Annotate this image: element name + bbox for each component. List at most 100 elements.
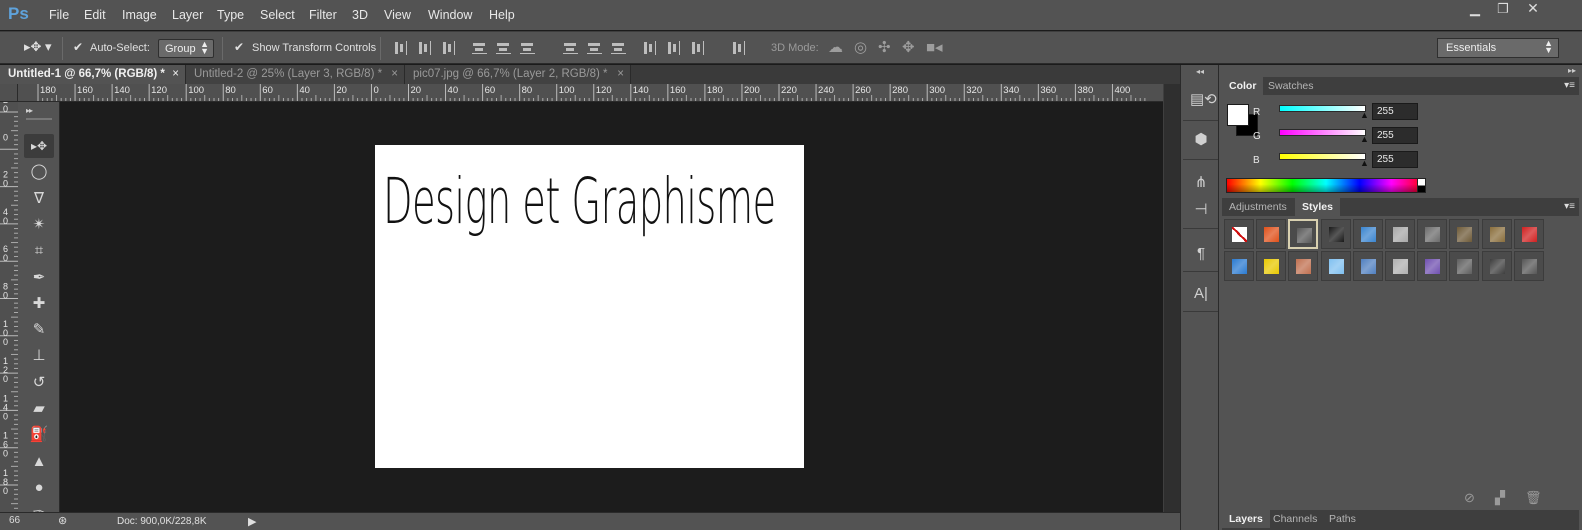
sunset-style[interactable] (1352, 251, 1383, 281)
close-tab-icon[interactable]: × (617, 68, 624, 80)
menu-filter[interactable]: Filter (309, 8, 337, 22)
eyedropper-tool-icon[interactable]: ✒ (24, 266, 54, 290)
move-tool-icon[interactable]: ▸✥ (24, 134, 54, 158)
show-transform-checkbox[interactable]: ✔ (234, 41, 247, 54)
character-icon[interactable]: A| (1190, 283, 1212, 305)
align-right-edges-icon[interactable] (520, 41, 535, 55)
document-canvas[interactable]: Design et Graphisme (375, 145, 804, 468)
menu-help[interactable]: Help (489, 8, 515, 22)
clone-stamp-tool-icon[interactable]: ⊥ (24, 344, 54, 368)
tab-color[interactable]: Color (1222, 77, 1264, 95)
gold-metal-style[interactable] (1481, 219, 1512, 249)
tab-swatches[interactable]: Swatches (1261, 77, 1321, 95)
tab-untitled-1[interactable]: Untitled-1 @ 66,7% (RGB/8) * × (0, 65, 186, 84)
marquee-tool-icon[interactable]: ◯ (24, 160, 54, 184)
silver-style[interactable] (1385, 219, 1415, 249)
crop-tool-icon[interactable]: ⌗ (24, 239, 54, 263)
red-glow-style[interactable] (1256, 219, 1287, 249)
eraser-tool-icon[interactable]: ▰ (24, 397, 54, 421)
zoom-level[interactable]: 66 (9, 515, 20, 526)
sky-blue-style[interactable] (1320, 251, 1351, 281)
distribute-bottom-edges-icon[interactable] (611, 41, 626, 55)
color-spectrum-ramp[interactable] (1226, 178, 1426, 193)
dark-gray-style[interactable] (1481, 251, 1512, 281)
minimize-icon[interactable]: ▁ (1462, 2, 1488, 17)
bronze-style[interactable] (1449, 219, 1480, 249)
green-slider-thumb[interactable]: ▲ (1360, 134, 1369, 144)
auto-align-layers-icon[interactable] (731, 41, 746, 55)
yellow-style[interactable] (1256, 251, 1287, 281)
distribute-horizontal-centers-icon[interactable] (666, 41, 681, 55)
align-left-edges-icon[interactable] (472, 41, 487, 55)
menu-file[interactable]: File (49, 8, 69, 22)
collapse-toolbox-icon[interactable]: ▸▸ (26, 106, 33, 115)
share-icon[interactable]: ⊛ (58, 514, 67, 527)
close-tab-icon[interactable]: × (172, 68, 179, 80)
scale-3d-icon[interactable]: ■◂ (926, 40, 943, 55)
align-bottom-edges-icon[interactable] (441, 41, 456, 55)
align-vertical-centers-icon[interactable] (417, 41, 432, 55)
purple-style[interactable] (1417, 251, 1448, 281)
red-slider[interactable] (1279, 105, 1366, 112)
tab-adjustments[interactable]: Adjustments (1222, 198, 1294, 216)
blue-glass-style[interactable] (1352, 219, 1383, 249)
vertical-ruler[interactable]: 20 0 20 40 60 80 100 120 140 160 180 (0, 102, 18, 512)
blue-slider[interactable] (1279, 153, 1366, 160)
workspace-dropdown[interactable]: Essentials ▲ ▼ (1437, 38, 1559, 58)
distribute-left-edges-icon[interactable] (642, 41, 657, 55)
distribute-right-edges-icon[interactable] (690, 41, 705, 55)
rotate-3d-icon[interactable]: ☁ (828, 40, 843, 55)
paragraph-icon[interactable]: ¶ (1190, 243, 1212, 265)
align-horizontal-centers-icon[interactable] (496, 41, 511, 55)
beveled-frame-style[interactable] (1288, 219, 1319, 249)
menu-image[interactable]: Image (122, 8, 157, 22)
red-value-field[interactable]: 255 (1372, 103, 1418, 120)
slide-3d-icon[interactable]: ✥ (902, 40, 915, 55)
restore-icon[interactable]: ❐ (1490, 2, 1516, 17)
blue-value-field[interactable]: 255 (1372, 151, 1418, 168)
panel-menu-icon[interactable]: ▾≡ (1564, 80, 1575, 91)
blur-tool-icon[interactable]: ▲ (24, 450, 54, 474)
tab-untitled-2[interactable]: Untitled-2 @ 25% (Layer 3, RGB/8) * × (186, 65, 405, 84)
collapse-panels-icon[interactable]: ▸▸ (1568, 66, 1576, 75)
close-tab-icon[interactable]: × (391, 68, 398, 80)
document-text-layer[interactable]: Design et Graphisme (383, 165, 776, 238)
history-icon[interactable]: ▤⟲ (1190, 89, 1217, 111)
new-style-icon[interactable]: ▞ (1495, 490, 1505, 506)
distribute-top-edges-icon[interactable] (563, 41, 578, 55)
dodge-tool-icon[interactable]: ● (24, 476, 54, 500)
magic-wand-tool-icon[interactable]: ✴ (24, 213, 54, 237)
vertical-scrollbar[interactable] (1163, 84, 1180, 512)
history-brush-tool-icon[interactable]: ↺ (24, 371, 54, 395)
menu-view[interactable]: View (384, 8, 411, 22)
toolbox-grip[interactable] (26, 118, 52, 120)
black-white-ramp[interactable] (1417, 178, 1426, 193)
paint-bucket-tool-icon[interactable]: ⛽ (24, 423, 54, 447)
dark-button-style[interactable] (1320, 219, 1351, 249)
delete-style-icon[interactable]: 🗑 (1525, 490, 1542, 506)
menu-layer[interactable]: Layer (172, 8, 203, 22)
menu-type[interactable]: Type (217, 8, 244, 22)
tab-paths[interactable]: Paths (1322, 510, 1363, 528)
red-slider-thumb[interactable]: ▲ (1360, 110, 1369, 120)
menu-window[interactable]: Window (428, 8, 472, 22)
auto-select-dropdown[interactable]: Group ▲ ▼ (158, 39, 214, 58)
blue-slider-thumb[interactable]: ▲ (1360, 158, 1369, 168)
copper-style[interactable] (1288, 251, 1319, 281)
horizontal-ruler[interactable]: 180 160 140 120 100 80 60 40 20 0 20 40 60 80 100 120 14… (18, 84, 1163, 102)
roll-3d-icon[interactable]: ◎ (854, 40, 867, 55)
collapse-dock-icon[interactable]: ◂◂ (1196, 67, 1204, 76)
healing-brush-tool-icon[interactable]: ✚ (24, 292, 54, 316)
ruler-origin[interactable] (0, 84, 18, 102)
tab-styles[interactable]: Styles (1295, 198, 1340, 216)
chrome-style[interactable] (1417, 219, 1448, 249)
rainbow-style[interactable] (1224, 251, 1254, 281)
properties-3d-icon[interactable]: ⬢ (1190, 129, 1212, 151)
panel-menu-icon[interactable]: ▾≡ (1564, 201, 1575, 212)
distribute-vertical-centers-icon[interactable] (587, 41, 602, 55)
move-tool-preset-icon[interactable]: ▸✥ ▾ (24, 39, 52, 55)
tab-layers[interactable]: Layers (1222, 510, 1270, 528)
red-gel-style[interactable] (1513, 219, 1544, 249)
brush-presets-icon[interactable]: ⋔ (1190, 172, 1212, 194)
foreground-color-swatch[interactable] (1227, 104, 1249, 126)
